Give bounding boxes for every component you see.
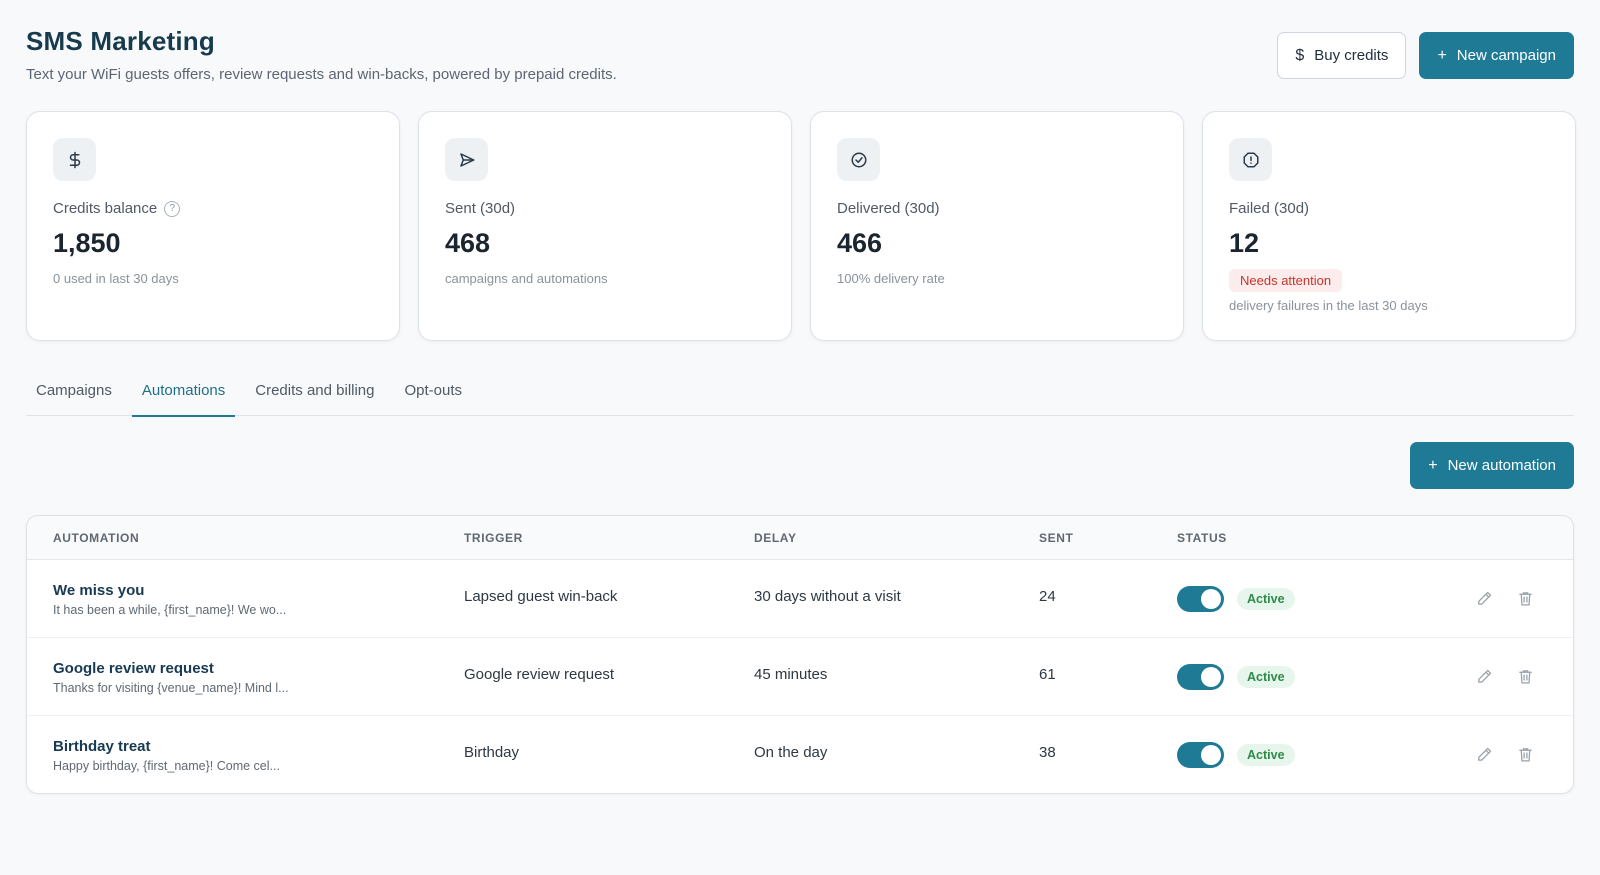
stats-cards: Credits balance ? 1,850 0 used in last 3… bbox=[26, 111, 1576, 341]
stat-note: 0 used in last 30 days bbox=[53, 271, 179, 286]
automation-trigger: Lapsed guest win-back bbox=[464, 588, 618, 605]
automation-delay: 45 minutes bbox=[754, 666, 828, 683]
column-header-sent: SENT bbox=[1039, 531, 1074, 545]
stat-card-credits-balance: Credits balance ? 1,850 0 used in last 3… bbox=[26, 111, 400, 341]
status-badge: Active bbox=[1237, 744, 1295, 766]
automation-trigger: Google review request bbox=[464, 666, 615, 683]
stat-note: delivery failures in the last 30 days bbox=[1229, 298, 1428, 313]
automation-preview: It has been a while, {first_name}! We wo… bbox=[53, 603, 287, 617]
new-campaign-button[interactable]: + New campaign bbox=[1419, 32, 1574, 79]
stat-note: campaigns and automations bbox=[445, 271, 608, 286]
status-toggle[interactable] bbox=[1177, 586, 1224, 612]
edit-pencil-icon[interactable] bbox=[1473, 587, 1495, 609]
stat-value: 12 bbox=[1229, 228, 1260, 258]
tab-automations[interactable]: Automations bbox=[131, 370, 236, 417]
column-header-trigger: TRIGGER bbox=[464, 531, 523, 545]
stat-label: Sent (30d) bbox=[445, 200, 516, 217]
column-header-delay: DELAY bbox=[754, 531, 797, 545]
dollar-icon: $ bbox=[1295, 46, 1305, 64]
automation-preview: Happy birthday, {first_name}! Come cel..… bbox=[53, 759, 280, 773]
check-circle-icon bbox=[837, 138, 880, 181]
header-actions: $ Buy credits + New campaign bbox=[1277, 32, 1574, 79]
edit-pencil-icon[interactable] bbox=[1473, 665, 1495, 687]
automation-preview: Thanks for visiting {venue_name}! Mind l… bbox=[53, 681, 289, 695]
automation-delay: On the day bbox=[754, 744, 828, 761]
sms-marketing-page: SMS Marketing Text your WiFi guests offe… bbox=[26, 0, 1576, 794]
delete-trash-icon[interactable] bbox=[1514, 665, 1536, 687]
tab-campaigns[interactable]: Campaigns bbox=[26, 370, 122, 416]
stat-label: Delivered (30d) bbox=[837, 200, 940, 217]
tab-opt-outs[interactable]: Opt-outs bbox=[395, 370, 473, 416]
table-header: AUTOMATION TRIGGER DELAY SENT STATUS bbox=[27, 516, 1573, 560]
help-icon[interactable]: ? bbox=[164, 200, 181, 217]
automation-name: Birthday treat bbox=[53, 738, 151, 755]
new-campaign-label: New campaign bbox=[1456, 47, 1556, 64]
stat-label-text: Credits balance bbox=[53, 200, 158, 217]
tab-credits-and-billing[interactable]: Credits and billing bbox=[245, 370, 384, 416]
delete-trash-icon[interactable] bbox=[1514, 587, 1536, 609]
dollar-icon bbox=[53, 138, 96, 181]
stat-label: Credits balance ? bbox=[53, 200, 181, 217]
stat-value: 1,850 bbox=[53, 228, 121, 258]
page-subtitle: Text your WiFi guests offers, review req… bbox=[26, 66, 617, 83]
status-badge: Active bbox=[1237, 588, 1295, 610]
table-row[interactable]: Birthday treat Happy birthday, {first_na… bbox=[27, 716, 1573, 793]
send-icon bbox=[445, 138, 488, 181]
delete-trash-icon[interactable] bbox=[1514, 743, 1536, 765]
stat-value: 466 bbox=[837, 228, 883, 258]
status-toggle[interactable] bbox=[1177, 664, 1224, 690]
plus-icon: + bbox=[1437, 46, 1447, 64]
table-row[interactable]: Google review request Thanks for visitin… bbox=[27, 638, 1573, 716]
table-row[interactable]: We miss you It has been a while, {first_… bbox=[27, 560, 1573, 638]
stat-label: Failed (30d) bbox=[1229, 200, 1310, 217]
edit-pencil-icon[interactable] bbox=[1473, 743, 1495, 765]
automation-sent-count: 24 bbox=[1039, 588, 1056, 605]
automation-sent-count: 61 bbox=[1039, 666, 1056, 683]
stat-card-delivered: Delivered (30d) 466 100% delivery rate bbox=[810, 111, 1184, 341]
column-header-status: STATUS bbox=[1177, 531, 1227, 545]
buy-credits-label: Buy credits bbox=[1314, 47, 1389, 64]
status-toggle[interactable] bbox=[1177, 742, 1224, 768]
automation-delay: 30 days without a visit bbox=[754, 588, 901, 605]
stat-note: 100% delivery rate bbox=[837, 271, 945, 286]
page-header: SMS Marketing Text your WiFi guests offe… bbox=[26, 0, 1574, 100]
stat-value: 468 bbox=[445, 228, 491, 258]
needs-attention-badge: Needs attention bbox=[1229, 269, 1343, 292]
automation-sent-count: 38 bbox=[1039, 744, 1056, 761]
automation-name: Google review request bbox=[53, 660, 214, 677]
stat-card-sent: Sent (30d) 468 campaigns and automations bbox=[418, 111, 792, 341]
new-automation-button[interactable]: + New automation bbox=[1410, 442, 1574, 489]
tab-bar: Campaigns Automations Credits and billin… bbox=[26, 370, 1574, 417]
automation-trigger: Birthday bbox=[464, 744, 520, 761]
page-title: SMS Marketing bbox=[26, 26, 215, 56]
alert-octagon-icon bbox=[1229, 138, 1272, 181]
status-badge: Active bbox=[1237, 666, 1295, 688]
plus-icon: + bbox=[1428, 456, 1438, 474]
new-automation-label: New automation bbox=[1447, 457, 1556, 474]
buy-credits-button[interactable]: $ Buy credits bbox=[1277, 32, 1407, 79]
column-header-automation: AUTOMATION bbox=[53, 531, 140, 545]
automation-name: We miss you bbox=[53, 582, 145, 599]
automations-table: AUTOMATION TRIGGER DELAY SENT STATUS We … bbox=[26, 515, 1574, 794]
stat-card-failed: Failed (30d) 12 Needs attention delivery… bbox=[1202, 111, 1576, 341]
